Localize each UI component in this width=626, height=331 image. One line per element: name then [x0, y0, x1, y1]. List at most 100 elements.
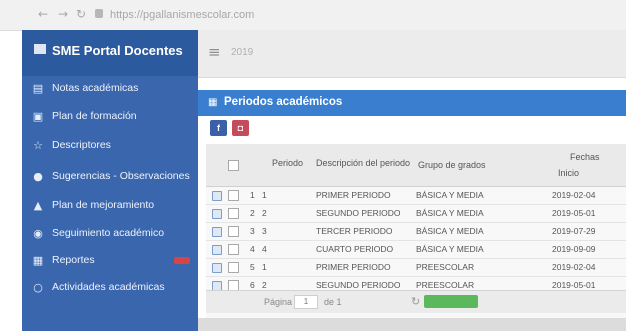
- row-periodo: 2: [262, 280, 267, 290]
- sidebar: SME Portal Docentes ▤ Notas académicas ▣…: [22, 30, 198, 331]
- logo-icon: [34, 44, 46, 54]
- table-row[interactable]: 1 1 PRIMER PERIODO BÁSICA Y MEDIA 2019-0…: [206, 187, 626, 205]
- row-checkbox[interactable]: [228, 208, 239, 219]
- row-descripcion: SEGUNDO PERIODO: [316, 208, 401, 218]
- star-icon: ☆: [33, 139, 43, 152]
- row-periodo: 1: [262, 262, 267, 272]
- refresh-icon[interactable]: ↻: [411, 295, 420, 308]
- expand-icon[interactable]: [212, 191, 222, 201]
- table-header: Periodo Descripción del periodo Grupo de…: [206, 144, 626, 187]
- sidebar-item-label: Reportes: [52, 254, 95, 266]
- row-grupo: BÁSICA Y MEDIA: [416, 244, 484, 254]
- sidebar-item-label: Sugerencias - Observaciones: [52, 170, 190, 182]
- sidebar-item-descriptores[interactable]: ☆ Descriptores: [22, 133, 198, 159]
- expand-icon[interactable]: [212, 209, 222, 219]
- book-icon: ▤: [32, 82, 44, 95]
- file-icon: ▣: [32, 110, 44, 123]
- sidebar-item-actividades[interactable]: ○ Actividades académicas: [22, 275, 198, 301]
- chart-icon: ▦: [32, 254, 44, 267]
- header-grupo[interactable]: Grupo de grados: [418, 160, 486, 170]
- row-grupo: BÁSICA Y MEDIA: [416, 208, 484, 218]
- row-checkbox[interactable]: [228, 226, 239, 237]
- brand-title: SME Portal Docentes: [52, 43, 183, 58]
- back-icon[interactable]: ←: [38, 7, 48, 21]
- comment-icon: ●: [33, 170, 43, 183]
- sidebar-item-label: Seguimiento académico: [52, 227, 165, 239]
- reload-icon[interactable]: ↻: [76, 7, 86, 21]
- eye-icon: ◉: [33, 227, 43, 240]
- row-number: 1: [250, 190, 255, 200]
- row-inicio: 2019-07-29: [552, 226, 596, 236]
- row-grupo: PREESCOLAR: [416, 262, 475, 272]
- row-inicio: 2019-09-09: [552, 244, 596, 254]
- page-label: Página: [264, 297, 293, 307]
- sidebar-item-sugerencias[interactable]: ● Sugerencias - Observaciones: [22, 164, 198, 190]
- sidebar-item-label: Plan de mejoramiento: [52, 199, 155, 211]
- row-descripcion: PRIMER PERIODO: [316, 190, 391, 200]
- page-input[interactable]: 1: [294, 295, 318, 309]
- row-checkbox[interactable]: [228, 190, 239, 201]
- sidebar-item-plan-formacion[interactable]: ▣ Plan de formación: [22, 104, 198, 130]
- row-inicio: 2019-05-01: [552, 208, 596, 218]
- page-of-label: de 1: [324, 297, 342, 307]
- footer-strip: [198, 318, 626, 331]
- sidebar-item-label: Plan de formación: [52, 110, 137, 122]
- top-bar: ≡ 2019: [198, 30, 626, 78]
- select-all-checkbox[interactable]: [228, 160, 239, 171]
- table-row[interactable]: 2 2 SEGUNDO PERIODO BÁSICA Y MEDIA 2019-…: [206, 205, 626, 223]
- row-periodo: 3: [262, 226, 267, 236]
- row-descripcion: CUARTO PERIODO: [316, 244, 394, 254]
- expand-icon[interactable]: [212, 245, 222, 255]
- periods-panel: ▦ Periodos académicos f ◘ Periodo Descri…: [198, 78, 626, 331]
- forward-icon[interactable]: →: [58, 7, 68, 21]
- sidebar-item-notas[interactable]: ▤ Notas académicas: [22, 76, 198, 102]
- menu-icon[interactable]: ≡: [208, 43, 221, 61]
- sidebar-item-label: Notas académicas: [52, 82, 139, 94]
- browser-address-bar: ← → ↻ https://pgallanismescolar.com: [0, 0, 626, 31]
- row-descripcion: PRIMER PERIODO: [316, 262, 391, 272]
- sidebar-item-reportes[interactable]: ▦ Reportes: [22, 248, 198, 274]
- green-action-button[interactable]: [424, 295, 478, 308]
- sidebar-item-label: Descriptores: [52, 139, 111, 151]
- row-number: 2: [250, 208, 255, 218]
- facebook-button[interactable]: f: [210, 120, 227, 136]
- table-row[interactable]: 4 4 CUARTO PERIODO BÁSICA Y MEDIA 2019-0…: [206, 241, 626, 259]
- row-descripcion: TERCER PERIODO: [316, 226, 393, 236]
- row-inicio: 2019-02-04: [552, 262, 596, 272]
- sidebar-item-seguimiento[interactable]: ◉ Seguimiento académico: [22, 221, 198, 247]
- table-row[interactable]: 3 3 TERCER PERIODO BÁSICA Y MEDIA 2019-0…: [206, 223, 626, 241]
- url-text[interactable]: https://pgallanismescolar.com: [110, 9, 254, 21]
- brand[interactable]: SME Portal Docentes: [22, 30, 198, 76]
- header-inicio[interactable]: Inicio: [558, 168, 579, 178]
- year-label: 2019: [231, 47, 254, 58]
- panel-header: ▦ Periodos académicos: [198, 90, 626, 116]
- expand-icon[interactable]: [212, 227, 222, 237]
- row-periodo: 2: [262, 208, 267, 218]
- circle-icon: ○: [33, 281, 43, 294]
- row-periodo: 4: [262, 244, 267, 254]
- row-number: 6: [250, 280, 255, 290]
- row-grupo: PREESCOLAR: [416, 280, 475, 290]
- row-number: 4: [250, 244, 255, 254]
- row-number: 3: [250, 226, 255, 236]
- thumbs-up-icon: ▲: [33, 199, 43, 212]
- sidebar-item-plan-mejoramiento[interactable]: ▲ Plan de mejoramiento: [22, 193, 198, 219]
- row-grupo: BÁSICA Y MEDIA: [416, 226, 484, 236]
- row-checkbox[interactable]: [228, 244, 239, 255]
- table-icon: ▦: [208, 97, 218, 108]
- row-descripcion: SEGUNDO PERIODO: [316, 280, 401, 290]
- expand-icon[interactable]: [212, 263, 222, 273]
- row-periodo: 1: [262, 190, 267, 200]
- table-row[interactable]: 5 1 PRIMER PERIODO PREESCOLAR 2019-02-04: [206, 259, 626, 277]
- row-checkbox[interactable]: [228, 262, 239, 273]
- sidebar-item-label: Actividades académicas: [52, 281, 165, 293]
- header-periodo[interactable]: Periodo: [272, 158, 303, 168]
- row-inicio: 2019-02-04: [552, 190, 596, 200]
- pagination-bar: Página 1 de 1 ↻: [206, 290, 626, 313]
- header-fechas: Fechas: [570, 152, 600, 162]
- row-number: 5: [250, 262, 255, 272]
- lock-icon: [95, 9, 103, 18]
- pdf-button[interactable]: ◘: [232, 120, 249, 136]
- header-descripcion[interactable]: Descripción del periodo: [316, 158, 410, 168]
- row-grupo: BÁSICA Y MEDIA: [416, 190, 484, 200]
